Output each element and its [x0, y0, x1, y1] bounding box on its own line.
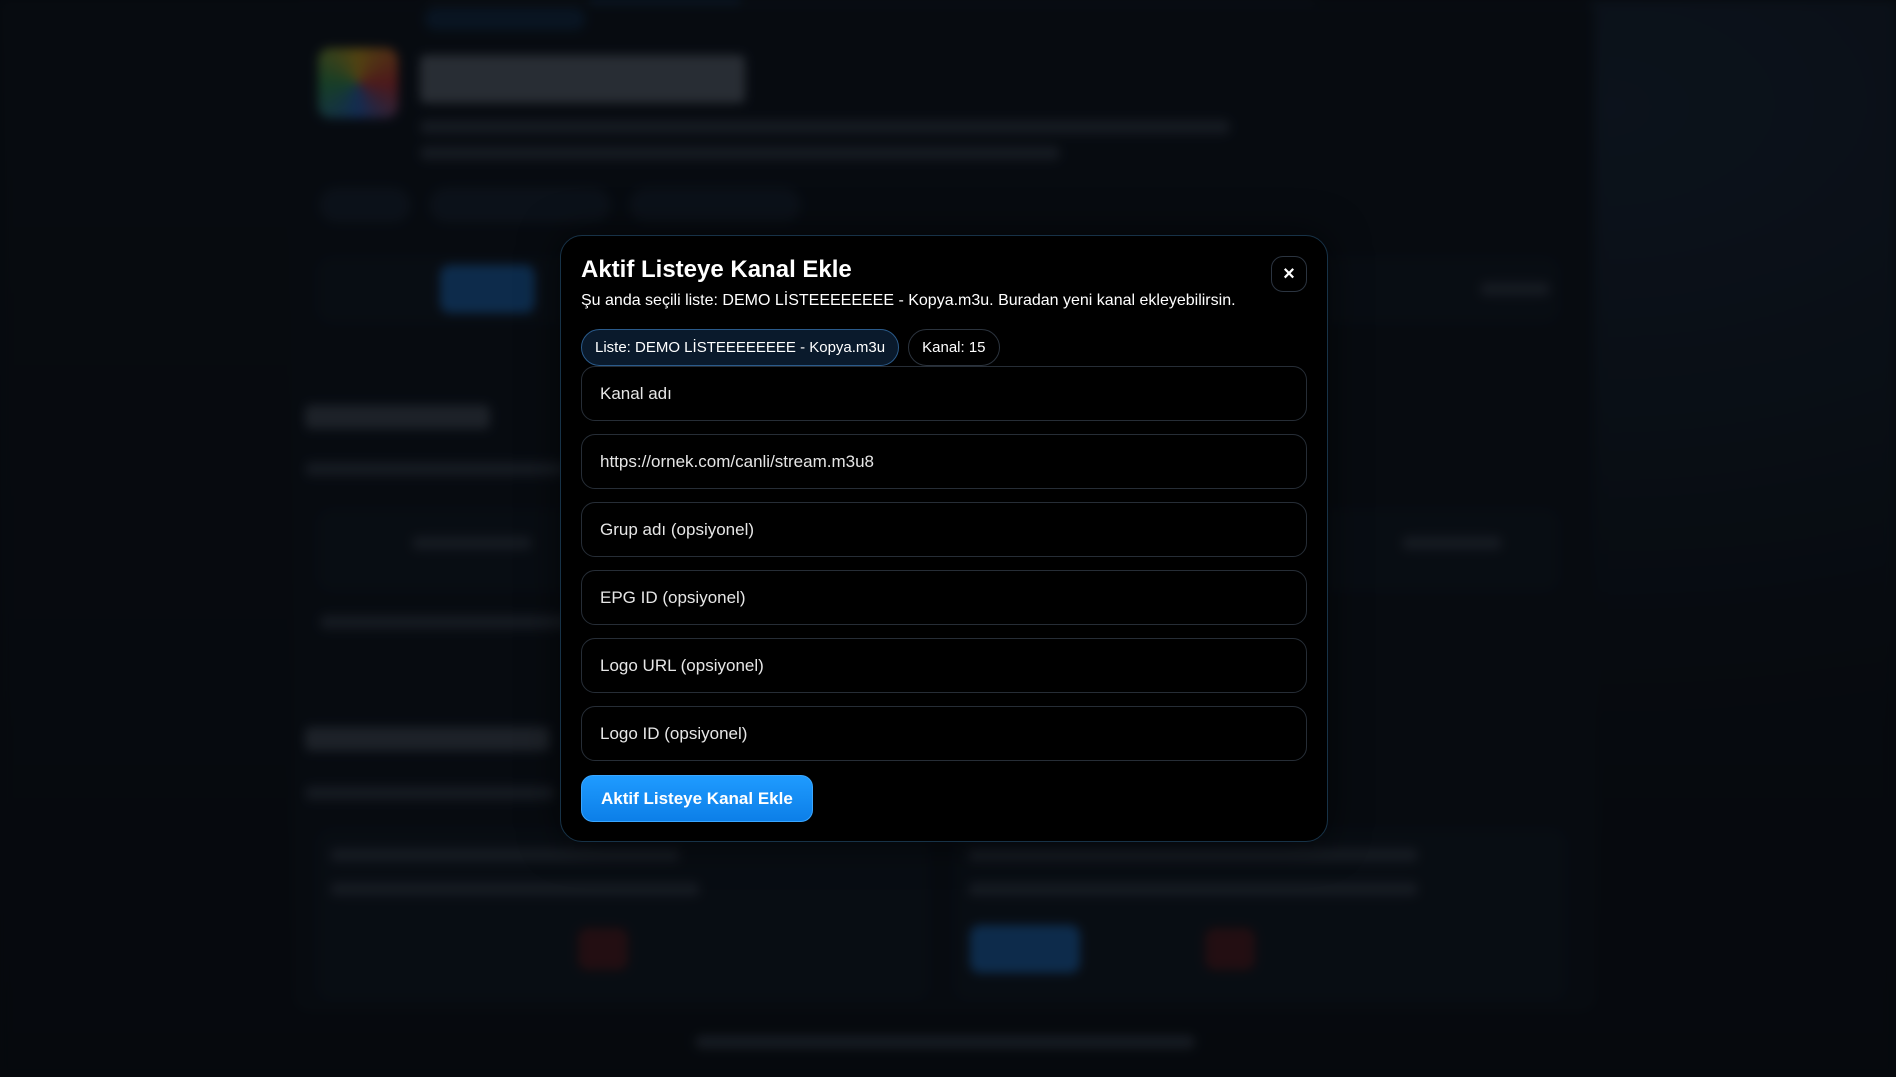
group-name-input[interactable] — [581, 502, 1307, 557]
modal-title: Aktif Listeye Kanal Ekle — [581, 256, 852, 283]
epg-id-input[interactable] — [581, 570, 1307, 625]
logo-url-input[interactable] — [581, 638, 1307, 693]
close-button[interactable]: × — [1271, 256, 1307, 292]
add-channel-button[interactable]: Aktif Listeye Kanal Ekle — [581, 775, 813, 822]
logo-id-input[interactable] — [581, 706, 1307, 761]
list-info-chips: Liste: DEMO LİSTEEEEEEEE - Kopya.m3u Kan… — [581, 329, 1000, 366]
close-icon: × — [1283, 262, 1295, 285]
channel-form — [581, 366, 1307, 774]
modal-subtitle: Şu anda seçili liste: DEMO LİSTEEEEEEEE … — [581, 292, 1236, 309]
active-list-badge: Liste: DEMO LİSTEEEEEEEE - Kopya.m3u — [581, 329, 900, 366]
add-channel-modal: Aktif Listeye Kanal Ekle Şu anda seçili … — [560, 235, 1328, 842]
stream-url-input[interactable] — [581, 434, 1307, 489]
channel-name-input[interactable] — [581, 366, 1307, 421]
channel-count-badge: Kanal: 15 — [908, 329, 1000, 366]
